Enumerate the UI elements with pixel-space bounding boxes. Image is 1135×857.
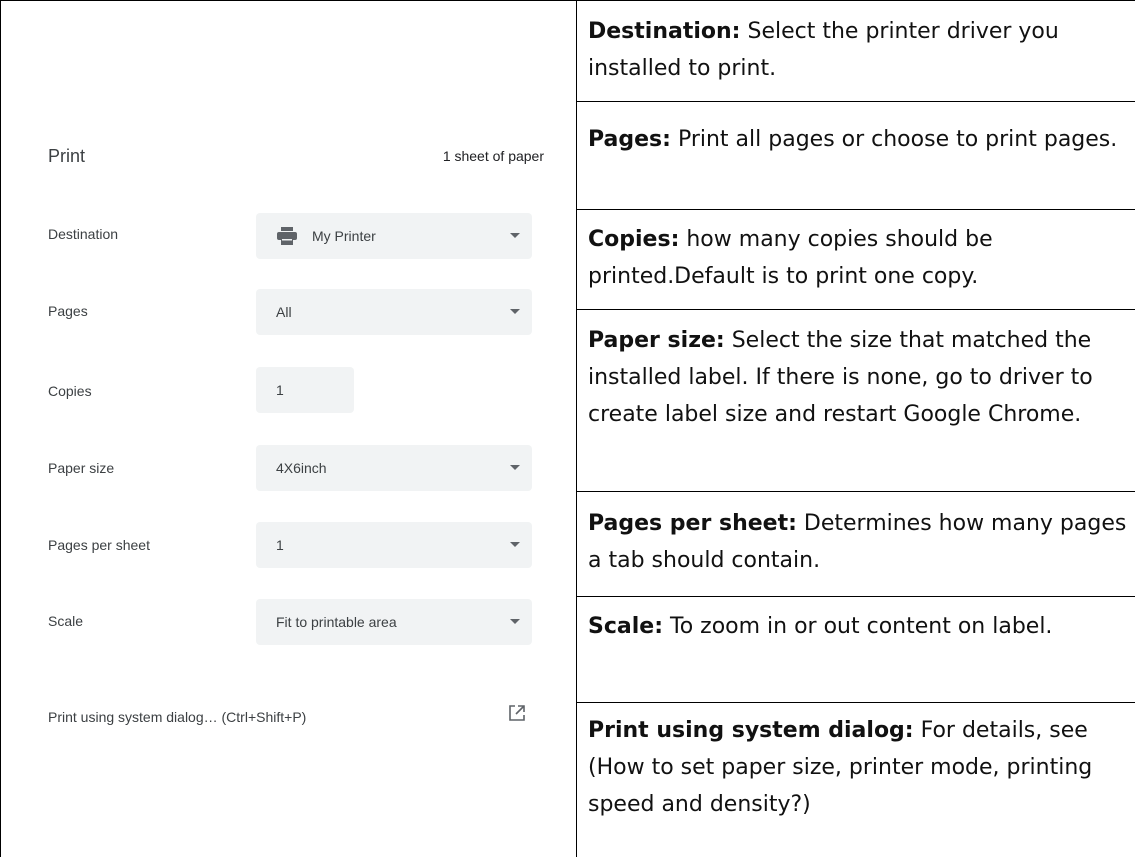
- scale-label: Scale: [48, 613, 84, 629]
- dialog-title: Print: [48, 146, 86, 166]
- description-term: Paper size:: [588, 328, 725, 353]
- row-divider: [576, 702, 1135, 703]
- table-left-border: [0, 0, 1, 857]
- copies-value: 1: [276, 382, 284, 398]
- row-divider: [576, 309, 1135, 310]
- description-term: Copies:: [588, 227, 680, 252]
- row-divider: [576, 596, 1135, 597]
- description-pages: Pages: Print all pages or choose to prin…: [588, 121, 1128, 158]
- chevron-down-icon: [510, 465, 520, 470]
- paper-size-select[interactable]: 4X6inch: [256, 445, 532, 491]
- destination-label: Destination: [48, 226, 119, 242]
- description-term: Destination:: [588, 19, 741, 44]
- pages-label: Pages: [48, 303, 88, 319]
- scale-select[interactable]: Fit to printable area: [256, 599, 532, 645]
- chevron-down-icon: [510, 619, 520, 624]
- description-term: Print using system dialog:: [588, 718, 914, 743]
- printer-icon: [276, 227, 298, 245]
- row-divider: [576, 491, 1135, 492]
- description-destination: Destination: Select the printer driver y…: [588, 13, 1128, 87]
- pages-per-sheet-select[interactable]: 1: [256, 522, 532, 568]
- table-top-border: [0, 0, 1135, 1]
- paper-size-label: Paper size: [48, 460, 115, 476]
- destination-select[interactable]: My Printer: [256, 213, 532, 259]
- copies-input[interactable]: 1: [256, 367, 354, 413]
- copies-label: Copies: [48, 383, 92, 399]
- print-dialog: Print 1 sheet of paper Destination My Pr…: [12, 2, 564, 857]
- row-divider: [576, 101, 1135, 102]
- description-term: Scale:: [588, 614, 663, 639]
- pages-per-sheet-value: 1: [276, 537, 284, 553]
- description-system-dialog: Print using system dialog: For details, …: [588, 712, 1128, 823]
- description-paper-size: Paper size: Select the size that matched…: [588, 322, 1128, 433]
- paper-size-value: 4X6inch: [276, 460, 327, 476]
- description-text: To zoom in or out content on label.: [663, 614, 1053, 639]
- open-in-new-icon[interactable]: [508, 704, 526, 722]
- description-pages-per-sheet: Pages per sheet: Determines how many pag…: [588, 505, 1128, 579]
- destination-value: My Printer: [312, 228, 376, 244]
- row-divider: [576, 209, 1135, 210]
- pages-per-sheet-label: Pages per sheet: [48, 537, 150, 553]
- chevron-down-icon: [510, 542, 520, 547]
- pages-value: All: [276, 304, 292, 320]
- table-column-divider: [576, 0, 577, 857]
- scale-value: Fit to printable area: [276, 614, 397, 630]
- system-dialog-link[interactable]: Print using system dialog… (Ctrl+Shift+P…: [48, 709, 306, 725]
- chevron-down-icon: [510, 233, 520, 238]
- sheet-count: 1 sheet of paper: [442, 148, 544, 164]
- chevron-down-icon: [510, 309, 520, 314]
- description-text: Print all pages or choose to print pages…: [670, 127, 1118, 152]
- description-term: Pages:: [588, 127, 671, 152]
- description-term: Pages per sheet:: [588, 511, 797, 536]
- description-copies: Copies: how many copies should be printe…: [588, 221, 1128, 295]
- pages-select[interactable]: All: [256, 289, 532, 335]
- description-scale: Scale: To zoom in or out content on labe…: [588, 608, 1128, 645]
